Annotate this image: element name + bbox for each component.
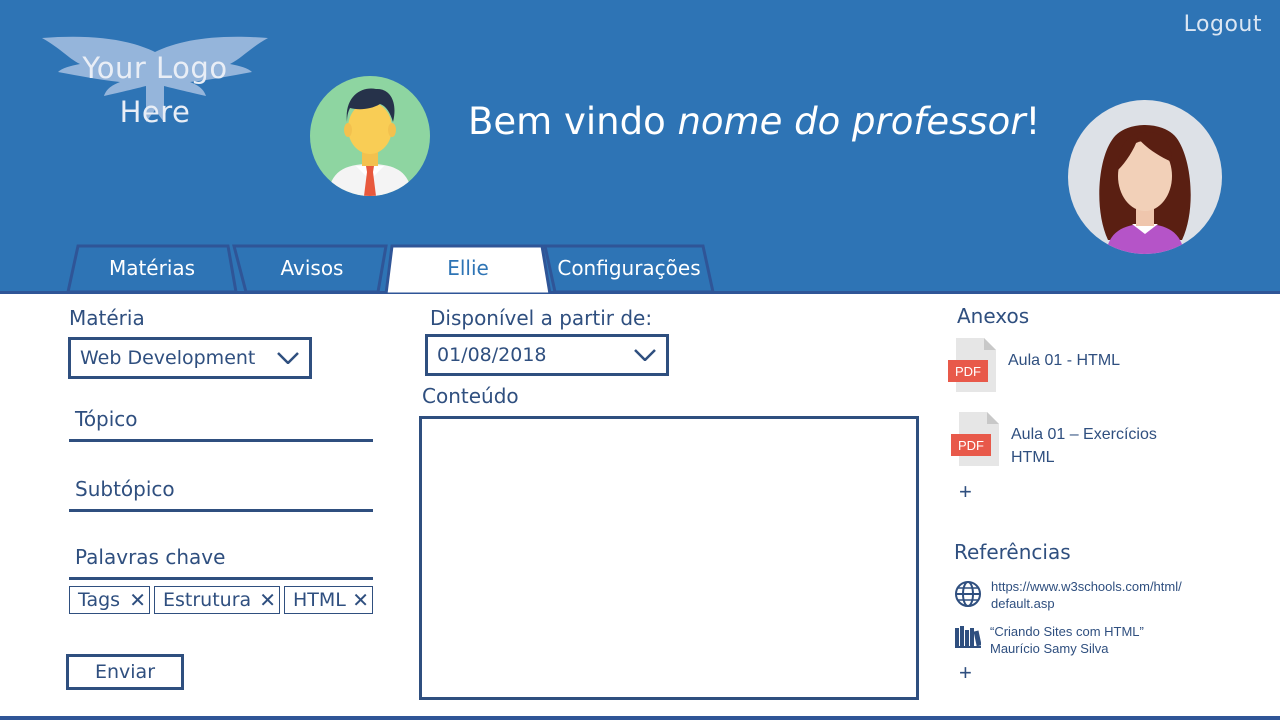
palavras-chave-placeholder: Palavras chave bbox=[75, 545, 226, 569]
tab-materias[interactable]: Matérias bbox=[66, 244, 238, 292]
palavras-chave-field[interactable]: Palavras chave bbox=[69, 538, 373, 580]
remove-tag-icon[interactable]: ✕ bbox=[129, 588, 146, 612]
subtopico-field[interactable]: Subtópico bbox=[69, 470, 373, 512]
tab-configuracoes-label: Configurações bbox=[557, 256, 701, 280]
reference-link[interactable]: https://www.w3schools.com/html/ default.… bbox=[991, 578, 1182, 612]
remove-tag-icon[interactable]: ✕ bbox=[352, 588, 369, 612]
pdf-badge-text: PDF bbox=[955, 364, 981, 379]
logo-text: Your Logo Here bbox=[40, 46, 270, 134]
reference-link-line-2: default.asp bbox=[991, 596, 1055, 611]
referencias-title: Referências bbox=[954, 540, 1071, 564]
conteudo-textarea[interactable] bbox=[419, 416, 919, 700]
subtopico-placeholder: Subtópico bbox=[75, 477, 175, 501]
logout-link[interactable]: Logout bbox=[1184, 12, 1262, 37]
tab-ellie-label: Ellie bbox=[447, 256, 489, 280]
reference-link-line-1: https://www.w3schools.com/html/ bbox=[991, 579, 1182, 594]
pdf-file-icon[interactable]: PDF bbox=[951, 412, 999, 468]
footer-rule bbox=[0, 716, 1280, 720]
tag-label: Estrutura bbox=[163, 589, 252, 611]
anexo-file-name-line-1: Aula 01 – Exercícios bbox=[1011, 426, 1157, 443]
reference-book[interactable]: “Criando Sites com HTML” Maurício Samy S… bbox=[990, 623, 1144, 657]
tab-ellie[interactable]: Ellie bbox=[384, 244, 552, 294]
pdf-file-icon[interactable]: PDF bbox=[948, 338, 996, 394]
materia-select-value: Web Development bbox=[80, 347, 256, 369]
tag-label: HTML bbox=[293, 589, 346, 611]
keyword-tag: Tags ✕ bbox=[69, 586, 150, 614]
topico-placeholder: Tópico bbox=[75, 407, 138, 431]
anexo-file-name-line-2: HTML bbox=[1011, 449, 1055, 466]
topico-field[interactable]: Tópico bbox=[69, 400, 373, 442]
welcome-message: Bem vindo nome do professor! bbox=[468, 100, 1040, 143]
disponivel-label: Disponível a partir de: bbox=[430, 306, 653, 330]
date-select-value: 01/08/2018 bbox=[437, 344, 547, 366]
welcome-suffix: ! bbox=[1025, 100, 1041, 143]
logo: Your Logo Here bbox=[40, 30, 270, 130]
tab-configuracoes[interactable]: Configurações bbox=[543, 244, 715, 292]
enviar-button[interactable]: Enviar bbox=[66, 654, 184, 690]
tab-avisos-label: Avisos bbox=[280, 256, 344, 280]
reference-book-line-1: “Criando Sites com HTML” bbox=[990, 624, 1144, 639]
materia-select[interactable]: Web Development bbox=[68, 337, 312, 379]
keyword-tag: Estrutura ✕ bbox=[154, 586, 280, 614]
keyword-tag: HTML ✕ bbox=[284, 586, 373, 614]
teacher-name: nome do professor bbox=[677, 100, 1026, 143]
welcome-prefix: Bem vindo bbox=[468, 100, 678, 143]
reference-book-line-2: Maurício Samy Silva bbox=[990, 641, 1109, 656]
materia-label: Matéria bbox=[69, 306, 145, 330]
teacher-avatar[interactable] bbox=[310, 76, 430, 196]
date-select[interactable]: 01/08/2018 bbox=[425, 334, 669, 376]
student-avatar[interactable] bbox=[1068, 100, 1222, 254]
tab-avisos[interactable]: Avisos bbox=[232, 244, 392, 292]
anexo-file-name[interactable]: Aula 01 – Exercícios HTML bbox=[1011, 423, 1157, 469]
add-anexo-button[interactable]: + bbox=[959, 481, 972, 503]
conteudo-label: Conteúdo bbox=[422, 384, 519, 408]
man-avatar-icon bbox=[328, 88, 412, 196]
pdf-badge-text: PDF bbox=[958, 438, 984, 453]
anexos-title: Anexos bbox=[957, 304, 1030, 328]
anexo-file-name[interactable]: Aula 01 - HTML bbox=[1008, 349, 1120, 372]
tag-label: Tags bbox=[78, 589, 121, 611]
logo-line-1: Your Logo bbox=[82, 51, 228, 85]
tab-materias-label: Matérias bbox=[108, 256, 196, 280]
remove-tag-icon[interactable]: ✕ bbox=[259, 588, 276, 612]
add-referencia-button[interactable]: + bbox=[959, 662, 972, 684]
chevron-down-icon bbox=[277, 352, 299, 364]
books-icon bbox=[955, 626, 981, 648]
woman-avatar-icon bbox=[1099, 125, 1191, 254]
logo-line-2: Here bbox=[119, 95, 191, 129]
chevron-down-icon bbox=[634, 349, 656, 361]
globe-icon bbox=[955, 581, 981, 607]
